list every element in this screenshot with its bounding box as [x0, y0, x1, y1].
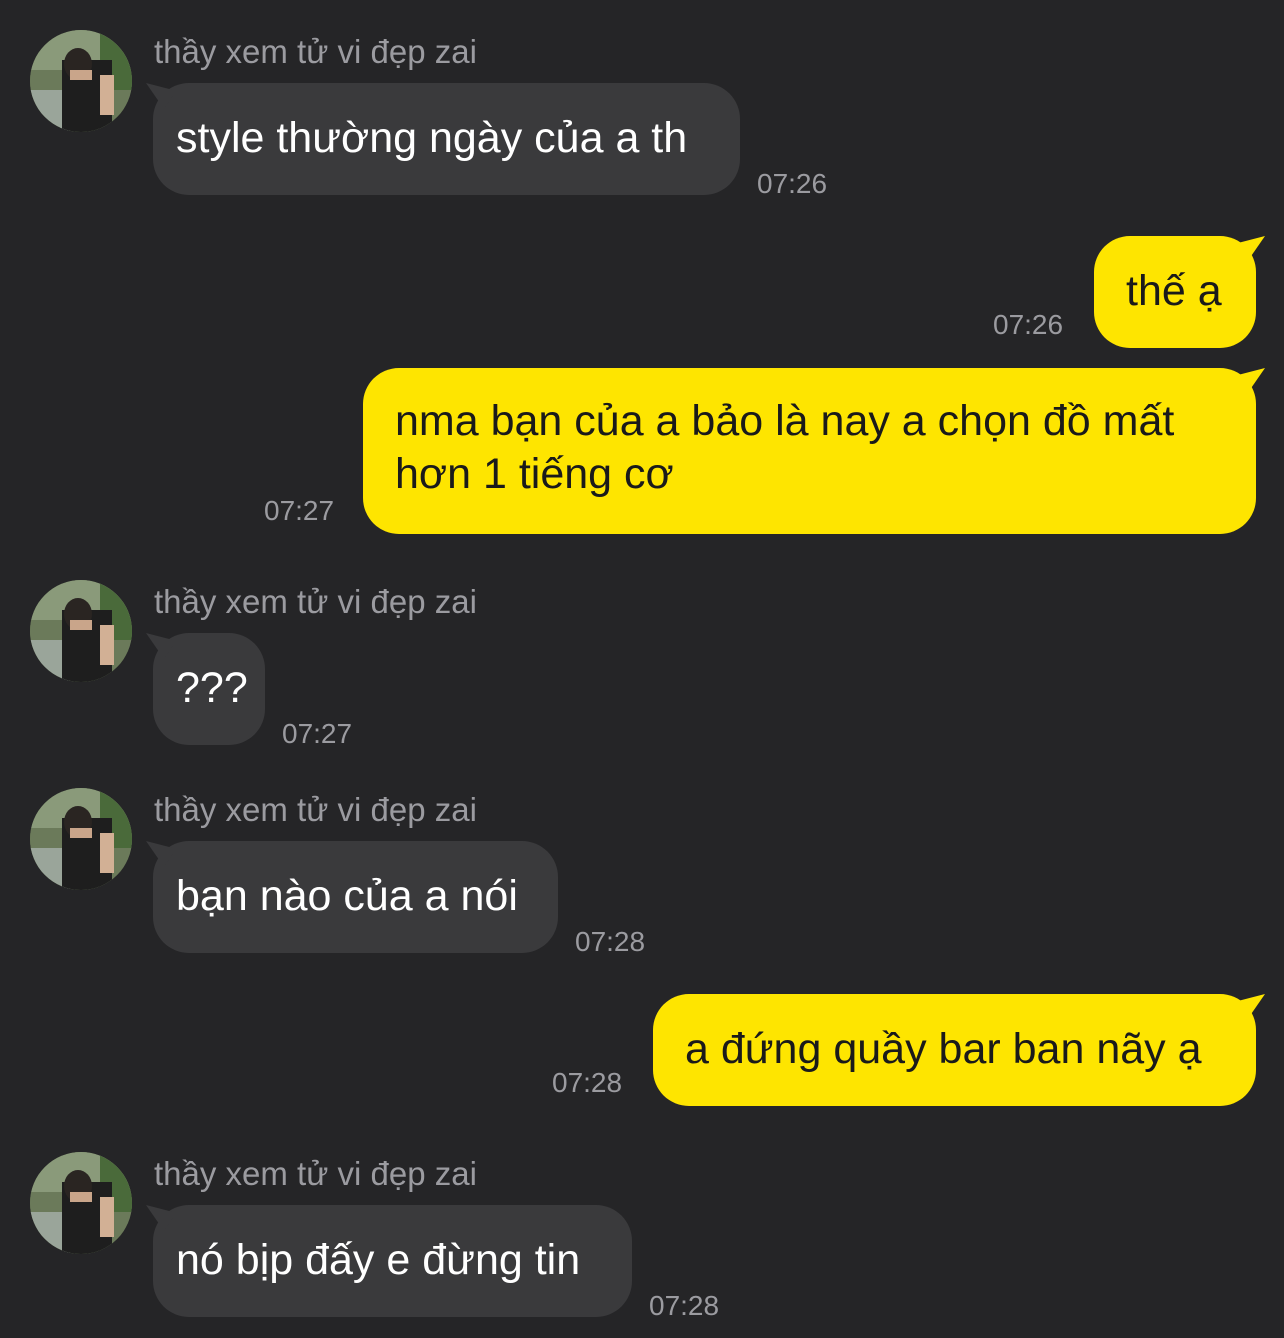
message-text: thế ạ [1126, 267, 1222, 315]
avatar-photo-icon [30, 30, 132, 132]
message-text: nó bịp đấy e đừng tin [176, 1236, 581, 1284]
outgoing-message-bubble[interactable]: a đứng quầy bar ban nãy ạ [653, 994, 1256, 1106]
message-timestamp: 07:28 [649, 1290, 720, 1321]
contact-avatar[interactable] [30, 30, 132, 132]
message-text: bạn nào của a nói [176, 872, 518, 920]
message-timestamp: 07:28 [552, 1067, 623, 1098]
message-text: style thường ngày của a th [176, 114, 688, 162]
outgoing-message-bubble[interactable]: nma bạn của a bảo là nay a chọn đồ mất h… [363, 368, 1256, 534]
message-text: nma bạn của a bảo là nay a chọn đồ mất h… [395, 397, 1175, 498]
sender-name: thầy xem tử vi đẹp zai [154, 583, 477, 620]
message-timestamp: 07:26 [993, 309, 1064, 340]
sender-name: thầy xem tử vi đẹp zai [154, 1155, 477, 1192]
incoming-message-bubble[interactable]: bạn nào của a nói [153, 841, 558, 953]
incoming-message-bubble[interactable]: ??? [153, 633, 265, 745]
sender-name: thầy xem tử vi đẹp zai [154, 791, 477, 828]
avatar-photo-icon [30, 580, 132, 682]
incoming-message-bubble[interactable]: nó bịp đấy e đừng tin [153, 1205, 632, 1317]
avatar-photo-icon [30, 788, 132, 890]
incoming-message-bubble[interactable]: style thường ngày của a th [153, 83, 740, 195]
contact-avatar[interactable] [30, 788, 132, 890]
message-text: a đứng quầy bar ban nãy ạ [685, 1025, 1202, 1073]
sender-name: thầy xem tử vi đẹp zai [154, 33, 477, 70]
message-text: ??? [176, 664, 248, 712]
message-timestamp: 07:27 [282, 718, 353, 749]
contact-avatar[interactable] [30, 1152, 132, 1254]
message-timestamp: 07:28 [575, 926, 646, 957]
outgoing-message-bubble[interactable]: thế ạ [1094, 236, 1256, 348]
message-timestamp: 07:26 [757, 168, 828, 199]
contact-avatar[interactable] [30, 580, 132, 682]
avatar-photo-icon [30, 1152, 132, 1254]
chat-thread[interactable]: thầy xem tử vi đẹp zai style thường ngày… [0, 0, 1284, 1338]
message-timestamp: 07:27 [264, 495, 335, 526]
